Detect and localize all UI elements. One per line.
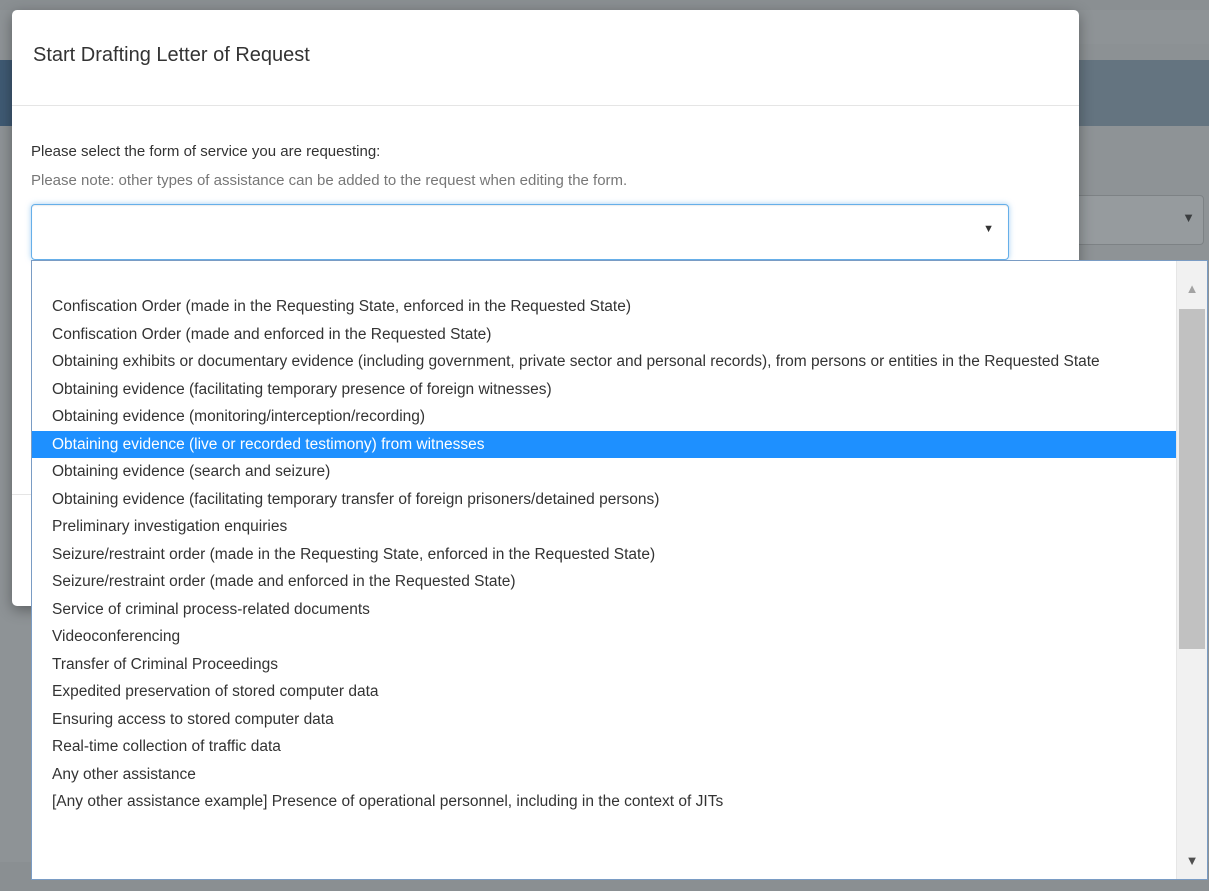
dropdown-option[interactable]: Real-time collection of traffic data <box>32 733 1178 761</box>
modal-header: Start Drafting Letter of Request <box>12 10 1079 106</box>
dropdown-option[interactable]: Any other assistance <box>32 761 1178 789</box>
modal-title: Start Drafting Letter of Request <box>33 44 310 66</box>
dropdown-option[interactable]: Obtaining exhibits or documentary eviden… <box>32 348 1178 376</box>
service-form-dropdown: Confiscation Order (made in the Requesti… <box>31 260 1208 880</box>
background-panel-heading <box>1079 60 1209 126</box>
service-form-prompt: Please select the form of service you ar… <box>31 143 381 160</box>
scroll-down-arrow-icon[interactable]: ▼ <box>1177 847 1207 875</box>
background-left-strip <box>0 60 12 126</box>
dropdown-option[interactable]: Obtaining evidence (facilitating tempora… <box>32 486 1178 514</box>
dropdown-scrollbar[interactable]: ▲ ▼ <box>1176 261 1207 879</box>
background-select: ▼ <box>1064 195 1204 245</box>
dropdown-option[interactable]: Obtaining evidence (monitoring/intercept… <box>32 403 1178 431</box>
scrollbar-thumb[interactable] <box>1179 309 1205 649</box>
scroll-up-arrow-icon[interactable]: ▲ <box>1177 275 1207 303</box>
dropdown-option[interactable]: Seizure/restraint order (made in the Req… <box>32 541 1178 569</box>
dropdown-option[interactable]: Confiscation Order (made and enforced in… <box>32 321 1178 349</box>
dropdown-option[interactable]: Obtaining evidence (facilitating tempora… <box>32 376 1178 404</box>
dropdown-option[interactable]: Confiscation Order (made in the Requesti… <box>32 293 1178 321</box>
dropdown-option[interactable]: Ensuring access to stored computer data <box>32 706 1178 734</box>
dropdown-option[interactable]: Transfer of Criminal Proceedings <box>32 651 1178 679</box>
dropdown-option[interactable]: Expedited preservation of stored compute… <box>32 678 1178 706</box>
service-form-option-list: Confiscation Order (made in the Requesti… <box>32 293 1178 816</box>
dropdown-option[interactable]: Videoconferencing <box>32 623 1178 651</box>
service-form-note: Please note: other types of assistance c… <box>31 172 628 189</box>
background-top-bar <box>0 0 1209 10</box>
dropdown-option[interactable]: [Any other assistance example] Presence … <box>32 788 1178 816</box>
dropdown-option[interactable]: Obtaining evidence (search and seizure) <box>32 458 1178 486</box>
dropdown-option[interactable]: Seizure/restraint order (made and enforc… <box>32 568 1178 596</box>
dropdown-option-selected[interactable]: Obtaining evidence (live or recorded tes… <box>32 430 1178 458</box>
dropdown-option[interactable]: Preliminary investigation enquiries <box>32 513 1178 541</box>
dropdown-option[interactable]: Service of criminal process-related docu… <box>32 596 1178 624</box>
service-form-select[interactable]: ▼ <box>31 204 1009 260</box>
modal-body: Please select the form of service you ar… <box>12 106 1079 189</box>
caret-down-icon: ▼ <box>983 223 994 235</box>
background-header-band <box>1079 44 1209 60</box>
caret-down-icon: ▼ <box>1182 210 1195 225</box>
